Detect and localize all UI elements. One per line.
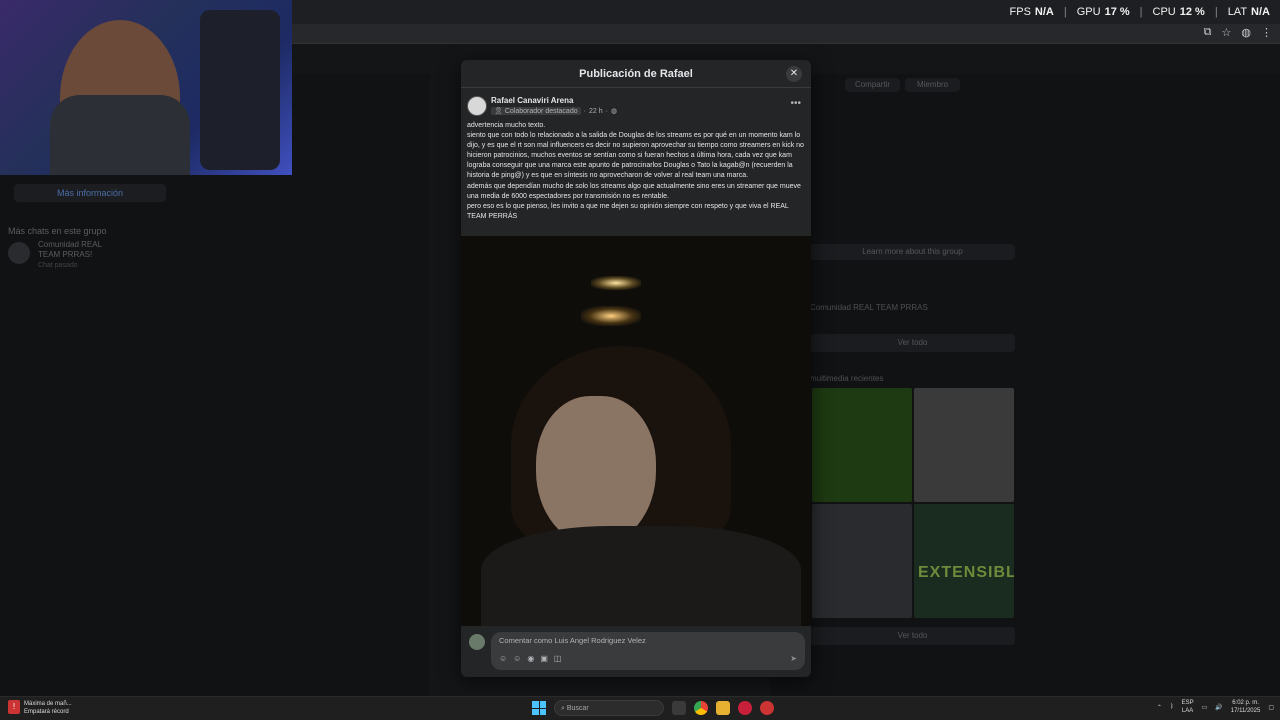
menu-icon[interactable]: ⋮: [1261, 26, 1272, 39]
chats-heading: Más chats en este grupo: [8, 226, 107, 236]
obs-icon[interactable]: [760, 701, 774, 715]
cast-icon[interactable]: ⧉: [1204, 26, 1212, 39]
sticker-icon[interactable]: ◫: [554, 654, 562, 663]
notification-title: Máxima de mañ...: [24, 701, 72, 707]
avatar: [8, 242, 30, 264]
chat-status: Chat pasado: [38, 262, 78, 269]
bookmark-star-icon[interactable]: ☆: [1222, 26, 1232, 39]
system-tray: ⌃ ᛒ ESP LAA ▭ 🔊 6:02 p. m. 17/11/2025 ▢: [1157, 699, 1274, 715]
language-indicator[interactable]: ESP LAA: [1182, 699, 1194, 715]
chrome-icon[interactable]: [694, 701, 708, 715]
emoji-icon[interactable]: ☺: [513, 654, 521, 663]
taskbar-search[interactable]: ⌕ Buscar: [554, 700, 664, 716]
members-button[interactable]: Miembro: [905, 78, 960, 92]
volume-icon[interactable]: 🔊: [1215, 704, 1222, 711]
avatar-sticker-icon[interactable]: ☺: [499, 654, 507, 663]
browser-icons: ⧉ ☆ ◍ ⋮: [1204, 26, 1272, 39]
more-options-button[interactable]: •••: [790, 98, 801, 109]
post-header: Rafael Canaviri Arena 🎗 Colaborador dest…: [467, 96, 805, 118]
post-line: pero eso es lo que pienso, les invito a …: [467, 202, 789, 220]
widget-notification[interactable]: ! Máxima de mañ... Empatará récord: [8, 700, 72, 716]
lat-stat: LAT N/A: [1227, 6, 1270, 18]
close-button[interactable]: ✕: [786, 66, 802, 82]
comment-input-box[interactable]: Comentar como Luis Angel Rodriguez Velez…: [491, 632, 805, 670]
bluetooth-icon[interactable]: ᛒ: [1170, 704, 1174, 710]
streamer-shirt: [50, 95, 190, 175]
send-icon[interactable]: ➤: [790, 654, 797, 663]
post-line: siento que con todo lo relacionado a la …: [467, 132, 804, 180]
video-subject-body: [481, 526, 801, 626]
modal-header: Publicación de Rafael ✕: [461, 60, 811, 88]
media-thumb[interactable]: [914, 388, 1014, 502]
chat-name: Comunidad REAL TEAM PRRAS!: [38, 240, 102, 259]
video-subject-face: [536, 396, 656, 546]
author-meta: 🎗 Colaborador destacado · 22 h · ◍: [491, 107, 617, 115]
comment-tools: ☺ ☺ ◉ ▣ ◫: [499, 654, 561, 663]
comment-bar: Comentar como Luis Angel Rodriguez Velez…: [467, 632, 805, 670]
profile-icon[interactable]: ◍: [1241, 26, 1251, 39]
media-thumb[interactable]: EXTENSIBLE: [914, 504, 1014, 618]
network-icon[interactable]: ▭: [1202, 704, 1208, 711]
task-view-icon[interactable]: [672, 701, 686, 715]
recent-media-heading: multimedia recientes: [810, 374, 884, 383]
see-all-media-button[interactable]: Ver todo: [810, 627, 1015, 645]
light-glow: [591, 276, 641, 290]
notification-subtitle: Empatará récord: [24, 709, 69, 715]
media-thumb[interactable]: [812, 504, 912, 618]
post-body: advertencia mucho texto. siento que con …: [467, 121, 805, 222]
more-info-button[interactable]: Más información: [14, 184, 166, 202]
share-button[interactable]: Compartir: [845, 78, 900, 92]
webcam-overlay: [0, 0, 292, 175]
see-all-button[interactable]: Ver todo: [810, 334, 1015, 352]
camera-icon[interactable]: ◉: [527, 654, 534, 663]
avatar: [469, 634, 485, 650]
collaborator-badge: 🎗 Colaborador destacado: [491, 107, 581, 115]
file-explorer-icon[interactable]: [716, 701, 730, 715]
modal-title: Publicación de Rafael: [579, 68, 693, 80]
post-modal: Publicación de Rafael ✕ Rafael Canaviri …: [461, 60, 811, 677]
gaming-chair: [200, 10, 280, 170]
post-line: además que dependían mucho de solo los s…: [467, 182, 801, 200]
gpu-stat: GPU 17 %: [1076, 6, 1130, 18]
opera-icon[interactable]: [738, 701, 752, 715]
author-name[interactable]: Rafael Canaviri Arena: [491, 96, 573, 105]
gif-icon[interactable]: ▣: [540, 654, 548, 663]
taskbar-center: ⌕ Buscar: [532, 700, 774, 716]
windows-start-icon[interactable]: [532, 701, 546, 715]
post-time[interactable]: 22 h: [589, 108, 603, 115]
media-thumb[interactable]: [812, 388, 912, 502]
post-video[interactable]: [461, 236, 811, 626]
cpu-stat: CPU 12 %: [1152, 6, 1205, 18]
notification-bell-icon[interactable]: ▢: [1268, 704, 1274, 711]
comment-input[interactable]: Comentar como Luis Angel Rodriguez Velez: [499, 636, 646, 645]
alert-icon: !: [8, 700, 20, 714]
learn-more-button[interactable]: Learn more about this group: [810, 244, 1015, 260]
right-chat-name: Comunidad REAL TEAM PRRAS: [810, 303, 928, 312]
recent-media-grid: EXTENSIBLE: [812, 388, 1014, 618]
clock[interactable]: 6:02 p. m. 17/11/2025: [1231, 699, 1261, 715]
performance-overlay: FPS N/A | GPU 17 % | CPU 12 % | LAT N/A: [1009, 6, 1270, 18]
post-line: advertencia mucho texto.: [467, 122, 546, 129]
fps-stat: FPS N/A: [1009, 6, 1054, 18]
windows-taskbar: ! Máxima de mañ... Empatará récord ⌕ Bus…: [0, 696, 1280, 720]
light-glow: [581, 306, 641, 326]
privacy-icon: ◍: [610, 108, 618, 115]
chevron-up-icon[interactable]: ⌃: [1157, 704, 1162, 711]
avatar[interactable]: [467, 96, 487, 116]
